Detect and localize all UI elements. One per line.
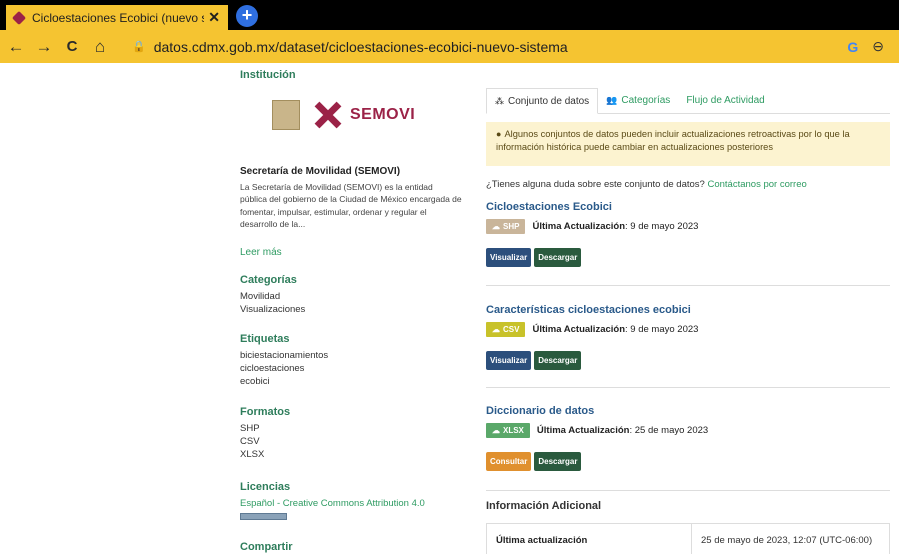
sitemap-icon: ⁂ (495, 96, 504, 106)
updated-value: : 9 de mayo 2023 (625, 324, 699, 335)
url-text: datos.cdmx.gob.mx/dataset/cicloestacione… (153, 38, 568, 55)
contact-link[interactable]: Contáctanos por correo (707, 179, 806, 190)
divider (486, 490, 890, 491)
visualizar-button[interactable]: Visualizar (486, 248, 532, 267)
info-circle-icon: ● (496, 129, 502, 139)
format-badge: ☁ SHP (486, 219, 526, 234)
favicon-icon (11, 10, 27, 25)
categoria-item[interactable]: Movilidad (240, 290, 305, 303)
lock-icon: 🔒 (132, 41, 146, 53)
resource-actions: Consultar Descargar (486, 452, 890, 471)
dataset-tabs: ⁂ Conjunto de datos 👥 Categorías Flujo de … (486, 88, 890, 114)
tab-categorias[interactable]: 👥 Categorías (598, 88, 678, 114)
alert-text: Algunos conjuntos de datos pueden inclui… (496, 129, 850, 152)
tab-label: Flujo de Actividad (686, 95, 765, 106)
updated-value: : 25 de mayo 2023 (629, 425, 709, 436)
consultar-button[interactable]: Consultar (486, 452, 532, 471)
compartir-heading: Compartir (240, 541, 293, 553)
question-text: ¿Tienes alguna duda sobre este conjunto … (486, 179, 705, 190)
etiquetas-section: Etiquetas biciestacionamientos cicloesta… (240, 333, 328, 388)
resource-title[interactable]: Características cicloestaciones ecobici (486, 304, 890, 316)
format-label: XLSX (503, 426, 524, 435)
license-link[interactable]: Español - Creative Commons Attribution 4… (240, 497, 425, 510)
new-tab-button[interactable]: + (236, 5, 258, 27)
org-description: La Secretaría de Movilidad (SEMOVI) es l… (240, 182, 462, 229)
formato-item[interactable]: CSV (240, 435, 290, 448)
format-badge: ☁ XLSX (486, 423, 530, 438)
format-badge: ☁ CSV (486, 322, 526, 337)
categorias-heading: Categorías (240, 274, 297, 286)
format-label: SHP (503, 222, 520, 231)
descargar-button[interactable]: Descargar (534, 248, 582, 267)
resource-meta: ☁ XLSX Última Actualización: 25 de mayo 2… (486, 423, 890, 438)
cdmx-crest-icon (272, 100, 300, 130)
resource-meta: ☁ SHP Última Actualización: 9 de mayo 202… (486, 219, 890, 234)
licencias-section: Licencias Español - Creative Commons Att… (240, 481, 425, 520)
resource-title[interactable]: Diccionario de datos (486, 405, 890, 417)
tab-title: Cicloestaciones Ecobici (nuevo si (32, 10, 205, 25)
read-more-link[interactable]: Leer más (240, 247, 282, 258)
google-icon[interactable]: G (847, 39, 858, 55)
contact-question: ¿Tienes alguna duda sobre este conjunto … (486, 179, 807, 190)
resource-meta: ☁ CSV Última Actualización: 9 de mayo 202… (486, 322, 890, 337)
divider (486, 285, 890, 286)
etiqueta-item[interactable]: cicloestaciones (240, 362, 328, 375)
updated-label: Última Actualización (532, 221, 626, 232)
address-bar-row: ← → C ⌂ 🔒 datos.cdmx.gob.mx/dataset/cicl… (0, 30, 899, 63)
formatos-heading: Formatos (240, 406, 291, 418)
format-label: CSV (503, 325, 520, 334)
semovi-logo-icon (314, 101, 342, 129)
etiqueta-item[interactable]: biciestacionamientos (240, 349, 328, 362)
info-heading: Información Adicional (486, 500, 602, 512)
formato-item[interactable]: SHP (240, 422, 290, 435)
licencias-heading: Licencias (240, 481, 291, 493)
etiquetas-heading: Etiquetas (240, 333, 290, 345)
semovi-logo-text: SEMOVI (350, 106, 416, 123)
zoom-icon[interactable]: ⊖ (872, 38, 884, 55)
updated-value: : 9 de mayo 2023 (625, 221, 699, 232)
updated-label: Última Actualización (532, 324, 626, 335)
browser-tab[interactable]: Cicloestaciones Ecobici (nuevo si ✕ (6, 5, 228, 30)
tab-conjunto-de-datos[interactable]: ⁂ Conjunto de datos (486, 88, 599, 114)
users-icon: 👥 (606, 95, 618, 105)
institution-logos: SEMOVI (272, 99, 415, 131)
info-key: Última actualización (487, 524, 692, 554)
tab-flujo-de-actividad[interactable]: Flujo de Actividad (678, 88, 772, 114)
resource-actions: Visualizar Descargar (486, 248, 890, 267)
visualizar-button[interactable]: Visualizar (486, 351, 532, 370)
categoria-item[interactable]: Visualizaciones (240, 303, 305, 316)
descargar-button[interactable]: Descargar (534, 351, 582, 370)
tab-close-icon[interactable]: ✕ (208, 9, 220, 26)
resource-actions: Visualizar Descargar (486, 351, 890, 370)
open-data-badge[interactable] (240, 513, 287, 520)
home-icon[interactable]: ⌂ (88, 37, 112, 57)
descargar-button[interactable]: Descargar (534, 452, 582, 471)
divider (486, 387, 890, 388)
browser-tab-bar: Cicloestaciones Ecobici (nuevo si ✕ + (0, 0, 899, 30)
tab-label: Conjunto de datos (508, 96, 590, 107)
info-value: 25 de mayo de 2023, 12:07 (UTC-06:00) (701, 535, 873, 546)
resource-item: Diccionario de datos ☁ XLSX Última Actual… (486, 405, 890, 471)
updated-label: Última Actualización (536, 425, 630, 436)
cloud-icon: ☁ (492, 426, 500, 435)
formato-item[interactable]: XLSX (240, 448, 290, 461)
cloud-icon: ☁ (492, 222, 500, 231)
org-title: Secretaría de Movilidad (SEMOVI) (240, 166, 401, 177)
back-icon[interactable]: ← (4, 37, 28, 57)
info-alert: ● Algunos conjuntos de datos pueden inclu… (486, 122, 890, 166)
url-input[interactable]: 🔒 datos.cdmx.gob.mx/dataset/cicloestacio… (132, 34, 890, 59)
resource-title[interactable]: Cicloestaciones Ecobici (486, 201, 890, 213)
compartir-section: Compartir (240, 541, 293, 557)
institucion-heading: Institución (240, 69, 296, 81)
info-table-row: Última actualización 25 de mayo de 2023,… (486, 523, 890, 554)
forward-icon[interactable]: → (32, 37, 56, 57)
cloud-icon: ☁ (492, 325, 500, 334)
resource-item: Cicloestaciones Ecobici ☁ SHP Última Actu… (486, 201, 890, 267)
categorias-section: Categorías Movilidad Visualizaciones (240, 274, 305, 316)
reload-icon[interactable]: C (60, 38, 84, 55)
formatos-section: Formatos SHP CSV XLSX (240, 406, 290, 461)
resource-item: Características cicloestaciones ecobici … (486, 304, 890, 370)
etiqueta-item[interactable]: ecobici (240, 375, 328, 388)
tab-label: Categorías (621, 95, 671, 106)
